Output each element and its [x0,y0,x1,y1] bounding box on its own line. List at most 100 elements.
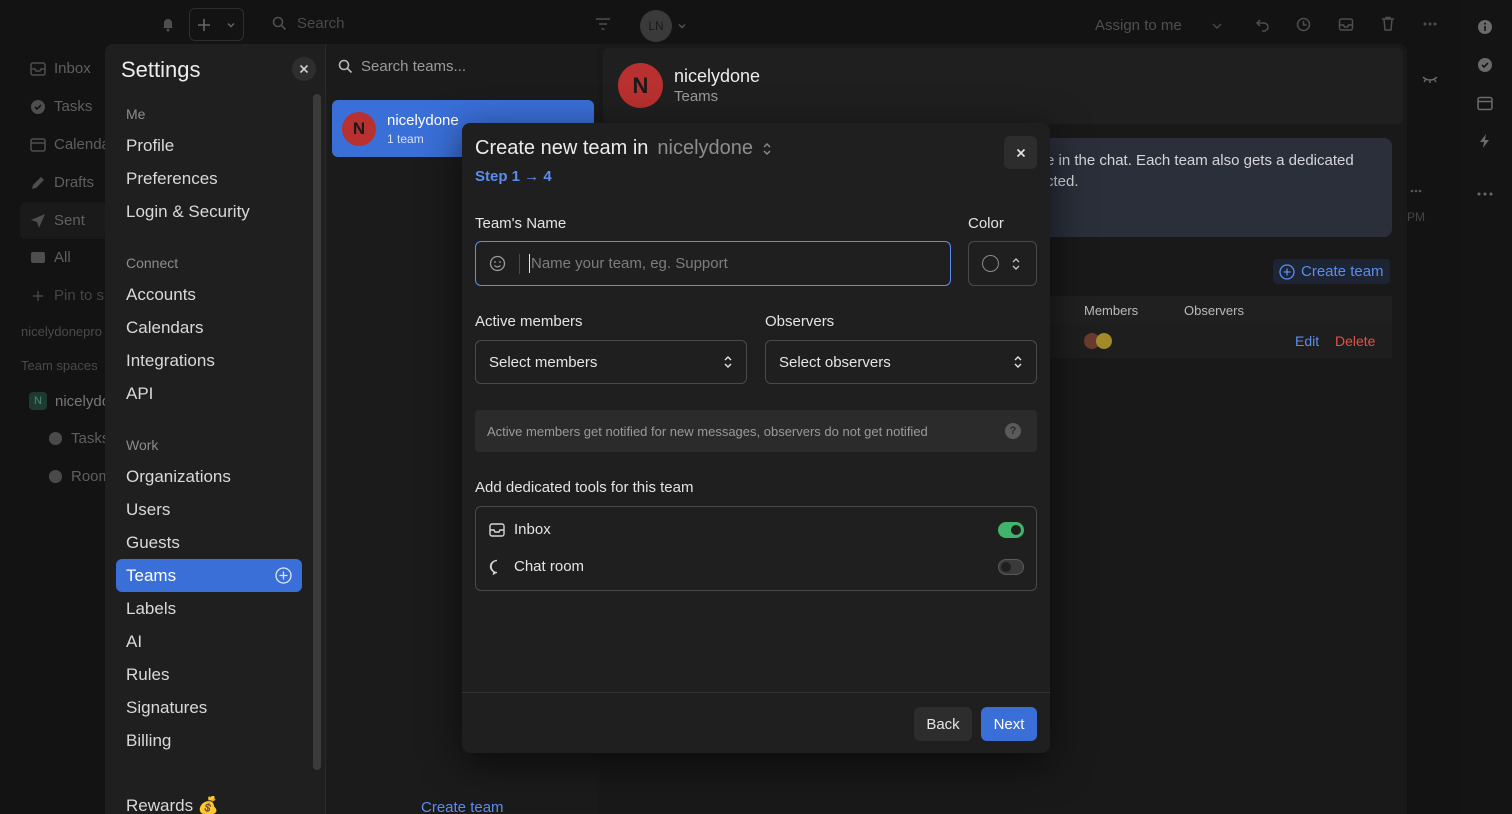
back-button[interactable]: Back [914,707,972,741]
info-text-1: e in the chat. Each team also gets a ded… [1046,152,1354,169]
send-icon [30,213,46,229]
subitem-label: Tasks [71,430,110,447]
settings-nav-profile[interactable]: Profile [126,136,174,156]
chevron-down-icon[interactable] [677,21,687,31]
sidebar-item-inbox[interactable]: Inbox [30,60,91,77]
settings-nav-teams[interactable]: Teams [116,559,302,592]
chevron-updown-icon [1014,356,1022,368]
scrollbar[interactable] [313,94,321,770]
settings-nav-accounts[interactable]: Accounts [126,285,196,305]
sidebar-item-label: Tasks [54,98,93,115]
sidebar-subitem-room[interactable]: Room [47,468,111,485]
next-button[interactable]: Next [981,707,1037,741]
settings-nav-login-security[interactable]: Login & Security [126,202,250,222]
compose-button[interactable] [189,8,244,41]
settings-title: Settings [121,57,201,82]
settings-nav-integrations[interactable]: Integrations [126,351,215,371]
delete-link[interactable]: Delete [1335,333,1375,349]
close-icon [1016,148,1025,157]
section-connect: Connect [126,255,179,271]
pin-to-sidebar[interactable]: Pin to s [30,287,104,304]
chat-bubble-icon [489,559,498,575]
back-label: Back [926,715,960,733]
inbox-toggle[interactable] [998,522,1024,538]
filter-icon[interactable] [595,17,611,31]
org-switcher[interactable]: nicelydone [657,137,753,160]
info-icon[interactable] [1477,19,1493,35]
search-icon [338,59,353,74]
more-icon[interactable] [1410,189,1422,193]
bell-icon[interactable] [160,16,176,32]
close-modal-button[interactable] [1004,136,1037,169]
sidebar-item-sent[interactable]: Sent [30,212,85,229]
create-team-link[interactable]: Create team [421,799,504,814]
team-initial: N [352,119,366,138]
settings-nav-labels[interactable]: Labels [126,599,176,619]
team-name: nicelydone [387,112,459,129]
stack-icon [30,250,46,266]
user-avatar[interactable]: LN [640,10,672,42]
edit-link[interactable]: Edit [1295,333,1319,349]
team-name-field[interactable]: Name your team, eg. Support [475,241,951,286]
settings-nav-users[interactable]: Users [126,500,170,520]
table-row[interactable]: Edit Delete [1034,324,1392,358]
chevron-updown-icon[interactable] [762,142,772,156]
more-icon[interactable] [1477,192,1493,196]
teams-table-header: Members Observers [1034,296,1392,324]
plus-icon [198,18,211,31]
col-observers: Observers [1184,303,1244,318]
account-label: nicelydonepro [21,324,102,339]
sidebar-item-tasks[interactable]: Tasks [30,98,92,115]
field-divider [519,253,520,274]
create-team-button[interactable]: Create team [1273,259,1390,284]
team-name-placeholder: Name your team, eg. Support [531,255,728,272]
settings-nav-signatures[interactable]: Signatures [126,698,207,718]
clock-icon[interactable] [1296,17,1311,32]
settings-nav-api[interactable]: API [126,384,153,404]
chevron-down-icon[interactable] [1211,20,1223,32]
sidebar-subitem-tasks[interactable]: Tasks [47,430,109,447]
sidebar-item-calendar[interactable]: Calenda [30,136,110,153]
settings-nav-ai[interactable]: AI [126,632,142,652]
color-picker[interactable] [968,241,1037,286]
settings-nav-organizations[interactable]: Organizations [126,467,231,487]
tool-inbox-row[interactable]: Inbox [489,521,551,538]
sidebar-team-item[interactable]: N nicelydo [29,392,110,410]
modal-title-text: Create new team in [475,137,649,159]
search-placeholder: Search teams... [361,58,467,75]
emoji-icon[interactable] [489,255,506,272]
global-search[interactable]: Search [272,15,345,32]
add-circle-icon[interactable] [275,567,292,584]
archive-icon[interactable] [1338,17,1354,32]
create-team-modal: Create new team in nicelydone Step 1 → 4… [462,123,1050,753]
settings-nav-guests[interactable]: Guests [126,533,180,553]
tool-chat-room-row[interactable]: Chat room [489,558,584,575]
assign-to-me-button[interactable]: Assign to me [1095,17,1182,34]
calendar-icon[interactable] [1477,95,1493,111]
settings-nav-calendars[interactable]: Calendars [126,318,204,338]
settings-nav-rewards[interactable]: Rewards 💰 [126,796,219,814]
check-circle-icon[interactable] [1477,57,1493,73]
sidebar-item-drafts[interactable]: Drafts [30,174,94,191]
undo-icon[interactable] [1255,17,1270,32]
more-icon[interactable] [1423,22,1437,26]
settings-nav-preferences[interactable]: Preferences [126,169,218,189]
help-icon[interactable]: ? [1005,423,1021,439]
inbox-icon [489,522,505,537]
trash-icon[interactable] [1381,16,1395,32]
eye-closed-icon[interactable] [1422,74,1438,84]
observers-select[interactable]: Select observers [765,340,1037,384]
settings-nav-rules[interactable]: Rules [126,665,169,685]
right-rail [1458,0,1512,814]
pm-fragment: PM [1407,210,1425,224]
color-swatch [982,255,999,272]
teams-search-input[interactable]: Search teams... [338,58,466,75]
members-select[interactable]: Select members [475,340,747,384]
sidebar-item-all[interactable]: All [30,249,71,266]
bolt-icon[interactable] [1477,133,1493,149]
close-settings-button[interactable] [292,57,316,81]
chat-room-toggle[interactable] [998,559,1024,575]
settings-nav-billing[interactable]: Billing [126,731,171,751]
team-spaces-label: Team spaces [21,358,98,373]
top-bar: Search LN Assign to me [0,0,1512,50]
